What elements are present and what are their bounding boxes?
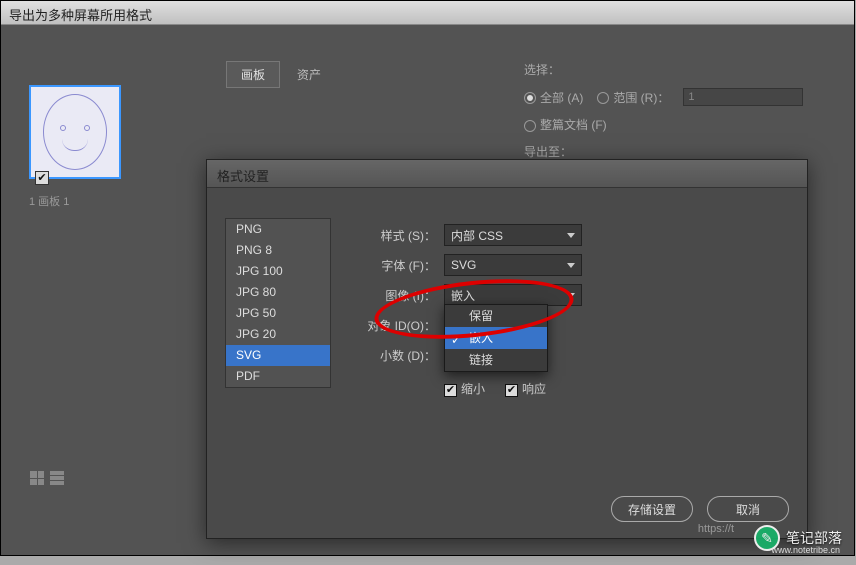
object-id-label: 对象 ID(O)： <box>362 317 436 334</box>
format-item-png8[interactable]: PNG 8 <box>226 240 330 261</box>
chevron-down-icon <box>567 233 575 238</box>
chevron-down-icon <box>567 263 575 268</box>
dropdown-item-embed[interactable]: ✓嵌入 <box>445 327 547 349</box>
radio-range[interactable]: 范围 (R)： <box>597 89 669 106</box>
window-title: 导出为多种屏幕所用格式 <box>1 1 854 25</box>
minify-checkbox[interactable]: ✔缩小 <box>444 380 485 397</box>
format-settings-dialog: 格式设置 PNG PNG 8 JPG 100 JPG 80 JPG 50 JPG… <box>206 159 808 539</box>
style-select[interactable]: 内部 CSS <box>444 224 582 246</box>
format-item-svg[interactable]: SVG <box>226 345 330 366</box>
window-title-text: 导出为多种屏幕所用格式 <box>9 8 152 23</box>
dropdown-item-keep[interactable]: 保留 <box>445 305 547 327</box>
image-label: 图像 (I)： <box>362 287 436 304</box>
font-label: 字体 (F)： <box>362 257 436 274</box>
watermark-url: www.notetribe.cn <box>771 545 840 555</box>
style-label: 样式 (S)： <box>362 227 436 244</box>
artboard-label: 1 画板 1 <box>29 193 121 209</box>
responsive-checkbox[interactable]: ✔响应 <box>505 380 546 397</box>
decimal-label: 小数 (D)： <box>362 347 436 364</box>
chevron-down-icon <box>567 293 575 298</box>
tab-bar: 画板 资产 <box>226 61 336 88</box>
dropdown-item-link[interactable]: 链接 <box>445 349 547 371</box>
range-input[interactable] <box>683 88 803 106</box>
dialog-body: PNG PNG 8 JPG 100 JPG 80 JPG 50 JPG 20 S… <box>207 188 807 538</box>
artboard-thumbnail-1[interactable]: ✔ <box>29 85 121 179</box>
radio-all[interactable]: 全部 (A) <box>524 89 583 106</box>
format-item-pdf[interactable]: PDF <box>226 366 330 387</box>
grid-view-icon[interactable] <box>29 470 45 486</box>
window-body: 画板 资产 ✔ 1 画板 1 选择： 全部 (A) 范围 (R)： <box>1 25 854 555</box>
font-select[interactable]: SVG <box>444 254 582 276</box>
save-button[interactable]: 存储设置 <box>611 496 693 522</box>
artboard-thumbnail-area: ✔ 1 画板 1 <box>29 85 121 209</box>
format-item-jpg50[interactable]: JPG 50 <box>226 303 330 324</box>
tab-assets[interactable]: 资产 <box>282 61 336 88</box>
format-item-jpg100[interactable]: JPG 100 <box>226 261 330 282</box>
cancel-button[interactable]: 取消 <box>707 496 789 522</box>
image-dropdown-menu: 保留 ✓嵌入 链接 <box>444 304 548 372</box>
list-view-icon[interactable] <box>49 470 65 486</box>
format-item-jpg80[interactable]: JPG 80 <box>226 282 330 303</box>
radio-fulldoc[interactable]: 整篇文档 (F) <box>524 116 607 133</box>
dialog-title: 格式设置 <box>207 160 807 188</box>
svg-form: 样式 (S)： 内部 CSS 字体 (F)： SVG <box>362 220 782 397</box>
export-window: 导出为多种屏幕所用格式 画板 资产 ✔ 1 画板 1 选择： 全部 (A) 范围… <box>0 0 855 556</box>
format-list: PNG PNG 8 JPG 100 JPG 80 JPG 50 JPG 20 S… <box>225 218 331 388</box>
preview-face-icon <box>43 94 107 170</box>
select-label: 选择： <box>524 61 560 78</box>
artboard-thumb-checkbox[interactable]: ✔ <box>35 171 49 185</box>
dialog-buttons: 存储设置 取消 <box>611 496 789 522</box>
check-icon: ✓ <box>451 329 461 351</box>
tab-artboards[interactable]: 画板 <box>226 61 280 88</box>
format-item-png[interactable]: PNG <box>226 219 330 240</box>
selection-options: 选择： 全部 (A) 范围 (R)： 整篇文档 (F) 导出至： <box>524 61 803 170</box>
format-item-jpg20[interactable]: JPG 20 <box>226 324 330 345</box>
export-to-label: 导出至： <box>524 143 572 160</box>
url-fragment: https://t <box>698 523 734 535</box>
image-select[interactable]: 嵌入 <box>444 284 582 306</box>
view-mode-icons <box>29 470 65 486</box>
